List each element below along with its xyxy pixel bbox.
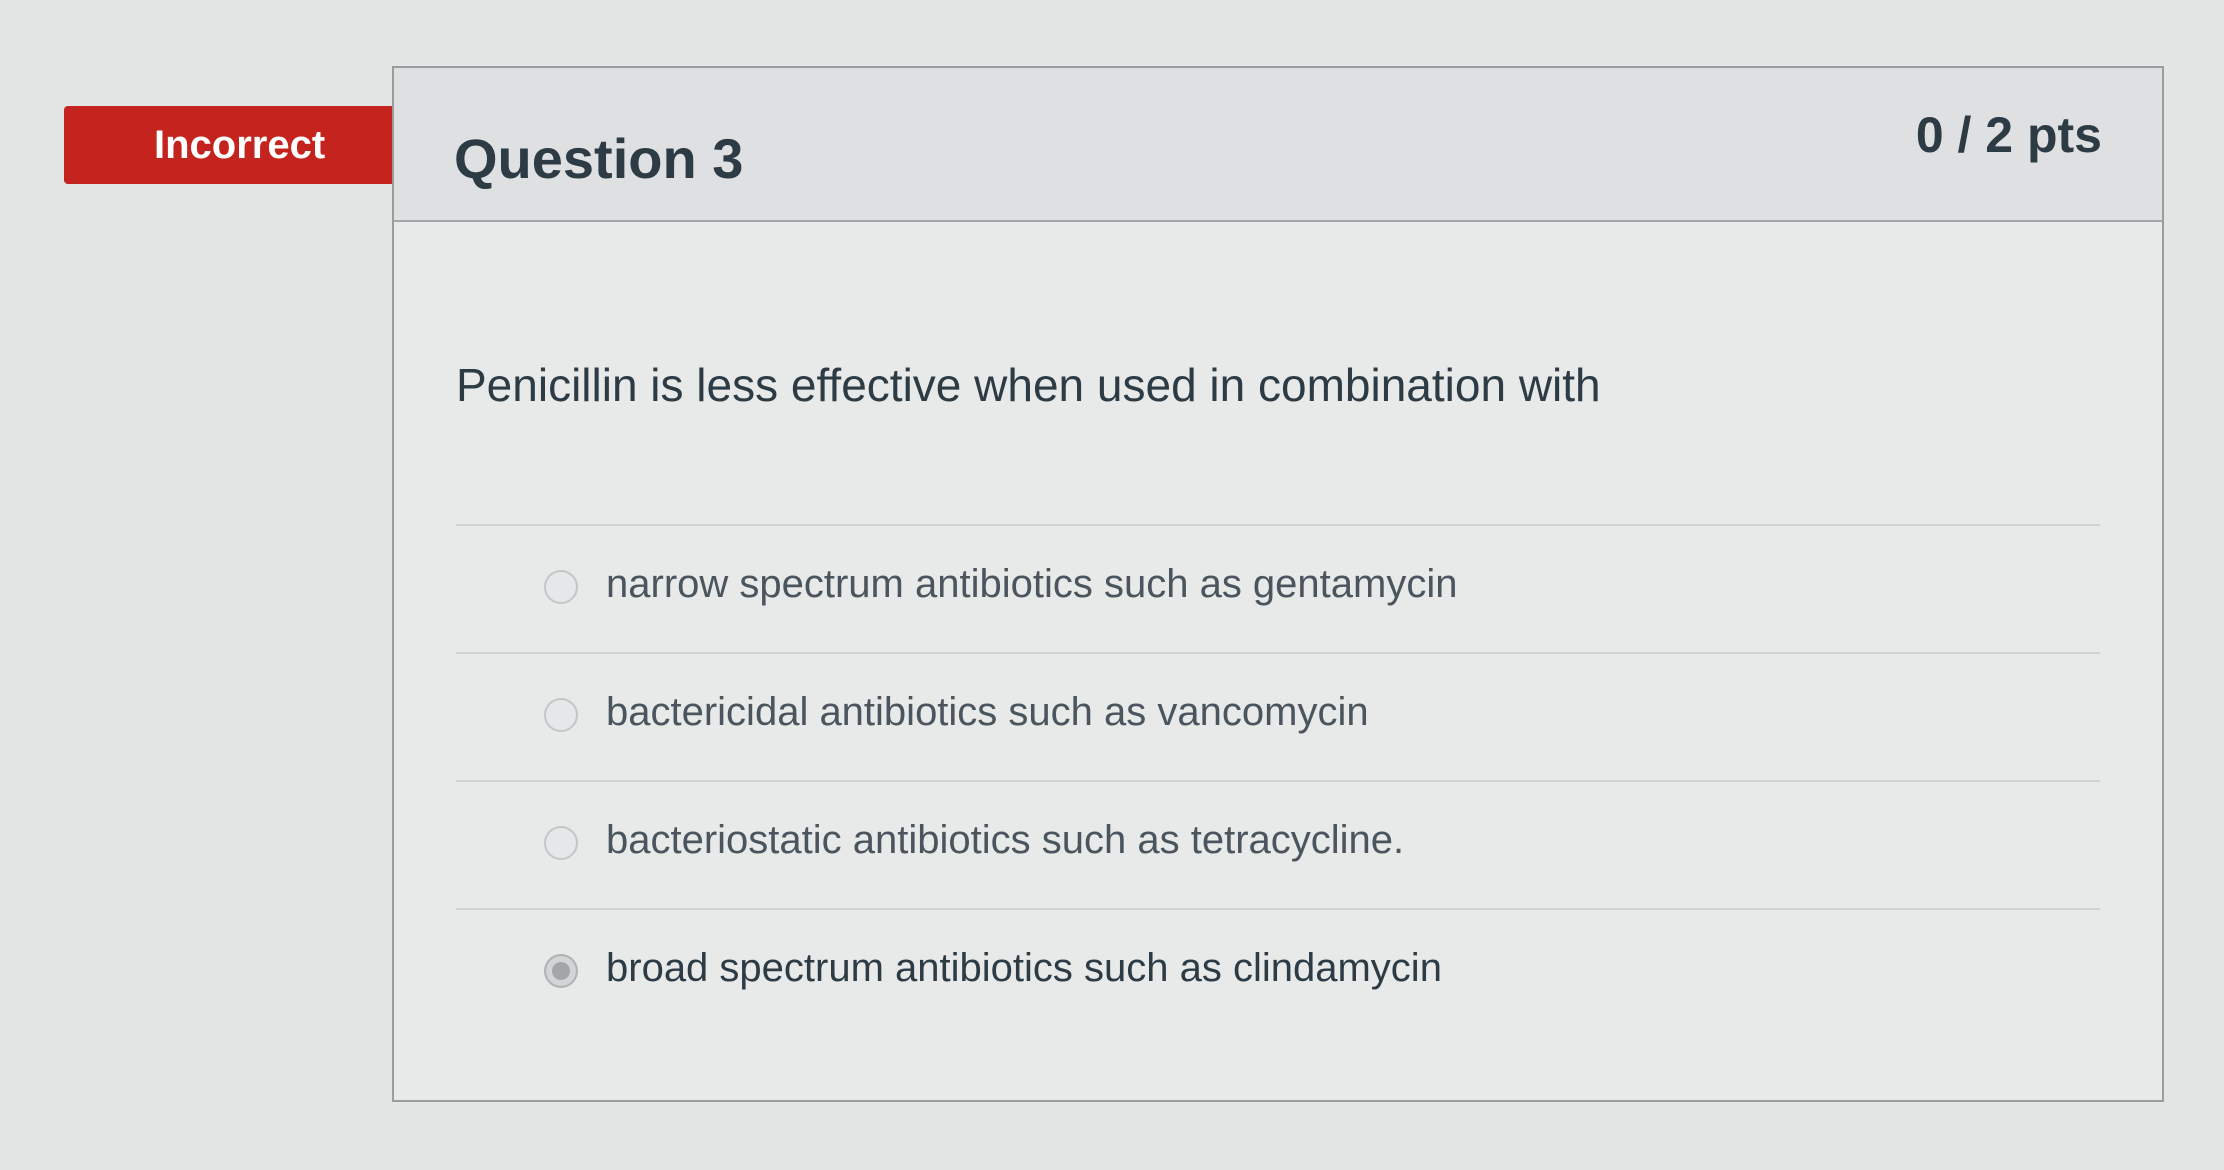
radio-button[interactable]	[544, 570, 578, 604]
incorrect-badge: Incorrect	[64, 106, 436, 184]
radio-button[interactable]	[544, 826, 578, 860]
answer-option-2[interactable]: bactericidal antibiotics such as vancomy…	[456, 654, 2100, 782]
answer-label: narrow spectrum antibiotics such as gent…	[606, 562, 1458, 606]
answer-label: bactericidal antibiotics such as vancomy…	[606, 690, 1369, 734]
question-card: Question 3 0 / 2 pts Penicillin is less …	[392, 66, 2164, 1102]
question-text: Penicillin is less effective when used i…	[456, 359, 1601, 411]
points-score: 0 / 2 pts	[1915, 107, 2102, 163]
question-header: Question 3 0 / 2 pts	[394, 68, 2162, 222]
answer-label: broad spectrum antibiotics such as clind…	[606, 946, 1442, 990]
question-title: Question 3	[454, 127, 744, 190]
answer-label: bacteriostatic antibiotics such as tetra…	[606, 818, 1405, 862]
radio-button-selected[interactable]	[544, 954, 578, 988]
answer-option-4[interactable]: broad spectrum antibiotics such as clind…	[456, 910, 2100, 1038]
radio-button[interactable]	[544, 698, 578, 732]
answer-list: narrow spectrum antibiotics such as gent…	[456, 524, 2100, 1038]
answer-option-1[interactable]: narrow spectrum antibiotics such as gent…	[456, 526, 2100, 654]
answer-option-3[interactable]: bacteriostatic antibiotics such as tetra…	[456, 782, 2100, 910]
